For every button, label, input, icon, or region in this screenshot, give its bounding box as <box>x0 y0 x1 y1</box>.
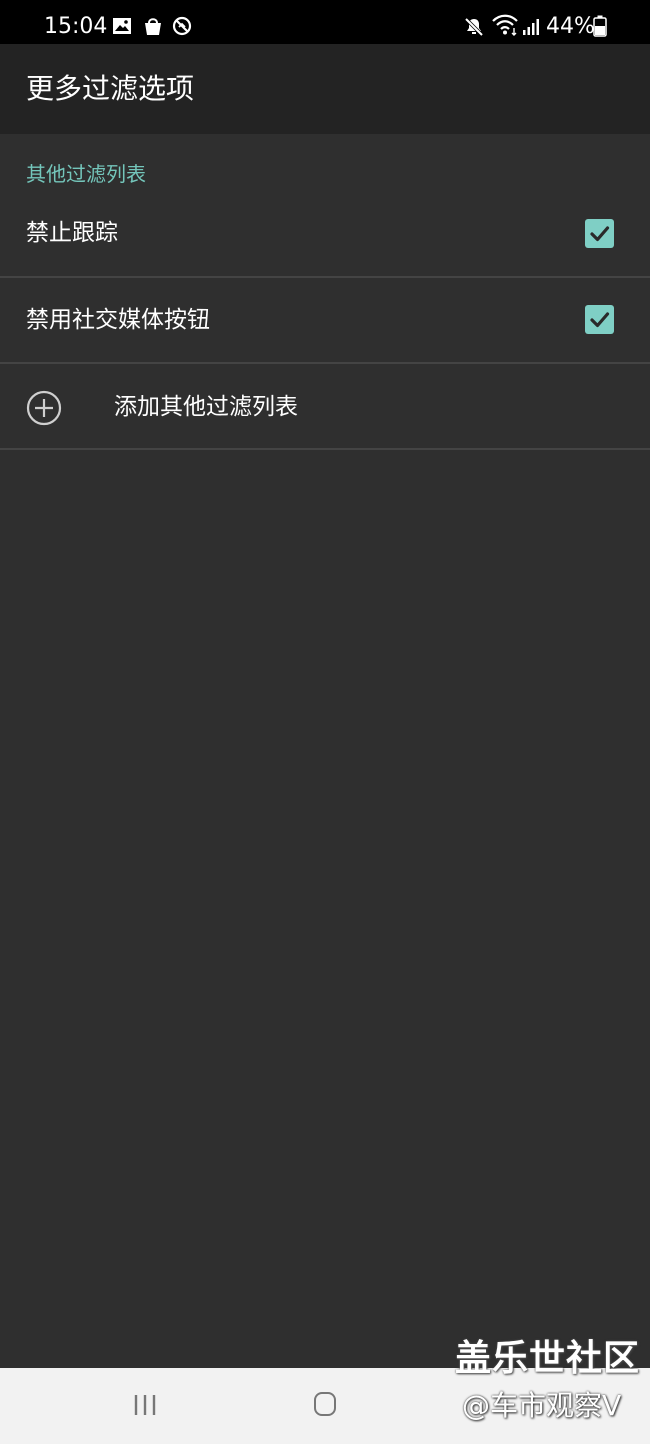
wifi-icon <box>491 14 519 40</box>
filter-list-item-label: 禁用社交媒体按钮 <box>26 307 210 333</box>
add-filter-list-button[interactable]: 添加其他过滤列表 <box>0 364 650 450</box>
watermark-author: @车市观察V <box>462 1389 622 1422</box>
filter-list-item-label: 禁止跟踪 <box>26 220 118 246</box>
home-icon[interactable] <box>314 1392 336 1416</box>
mute-icon <box>463 16 485 42</box>
add-circle-icon <box>26 390 62 430</box>
section-header: 其他过滤列表 <box>26 162 146 186</box>
status-time: 15:04 <box>44 14 108 39</box>
shopping-bag-icon <box>143 16 163 40</box>
social-media-buttons-checkbox[interactable] <box>585 305 614 334</box>
image-icon <box>112 16 132 40</box>
filter-list-item-do-not-track[interactable]: 禁止跟踪 <box>0 192 650 278</box>
add-filter-list-label: 添加其他过滤列表 <box>114 394 298 420</box>
signal-icon <box>521 16 541 40</box>
page-title: 更多过滤选项 <box>26 72 195 105</box>
filter-list-item-social-media[interactable]: 禁用社交媒体按钮 <box>0 278 650 364</box>
recent-apps-icon[interactable] <box>133 1393 157 1421</box>
battery-icon <box>593 15 607 41</box>
no-tracking-icon <box>172 16 192 40</box>
battery-percentage: 44% <box>546 14 595 39</box>
do-not-track-checkbox[interactable] <box>585 219 614 248</box>
app-bar: 更多过滤选项 <box>0 44 650 134</box>
watermark-title: 盖乐世社区 <box>455 1338 641 1379</box>
status-bar: 15:04 44% <box>0 0 650 44</box>
